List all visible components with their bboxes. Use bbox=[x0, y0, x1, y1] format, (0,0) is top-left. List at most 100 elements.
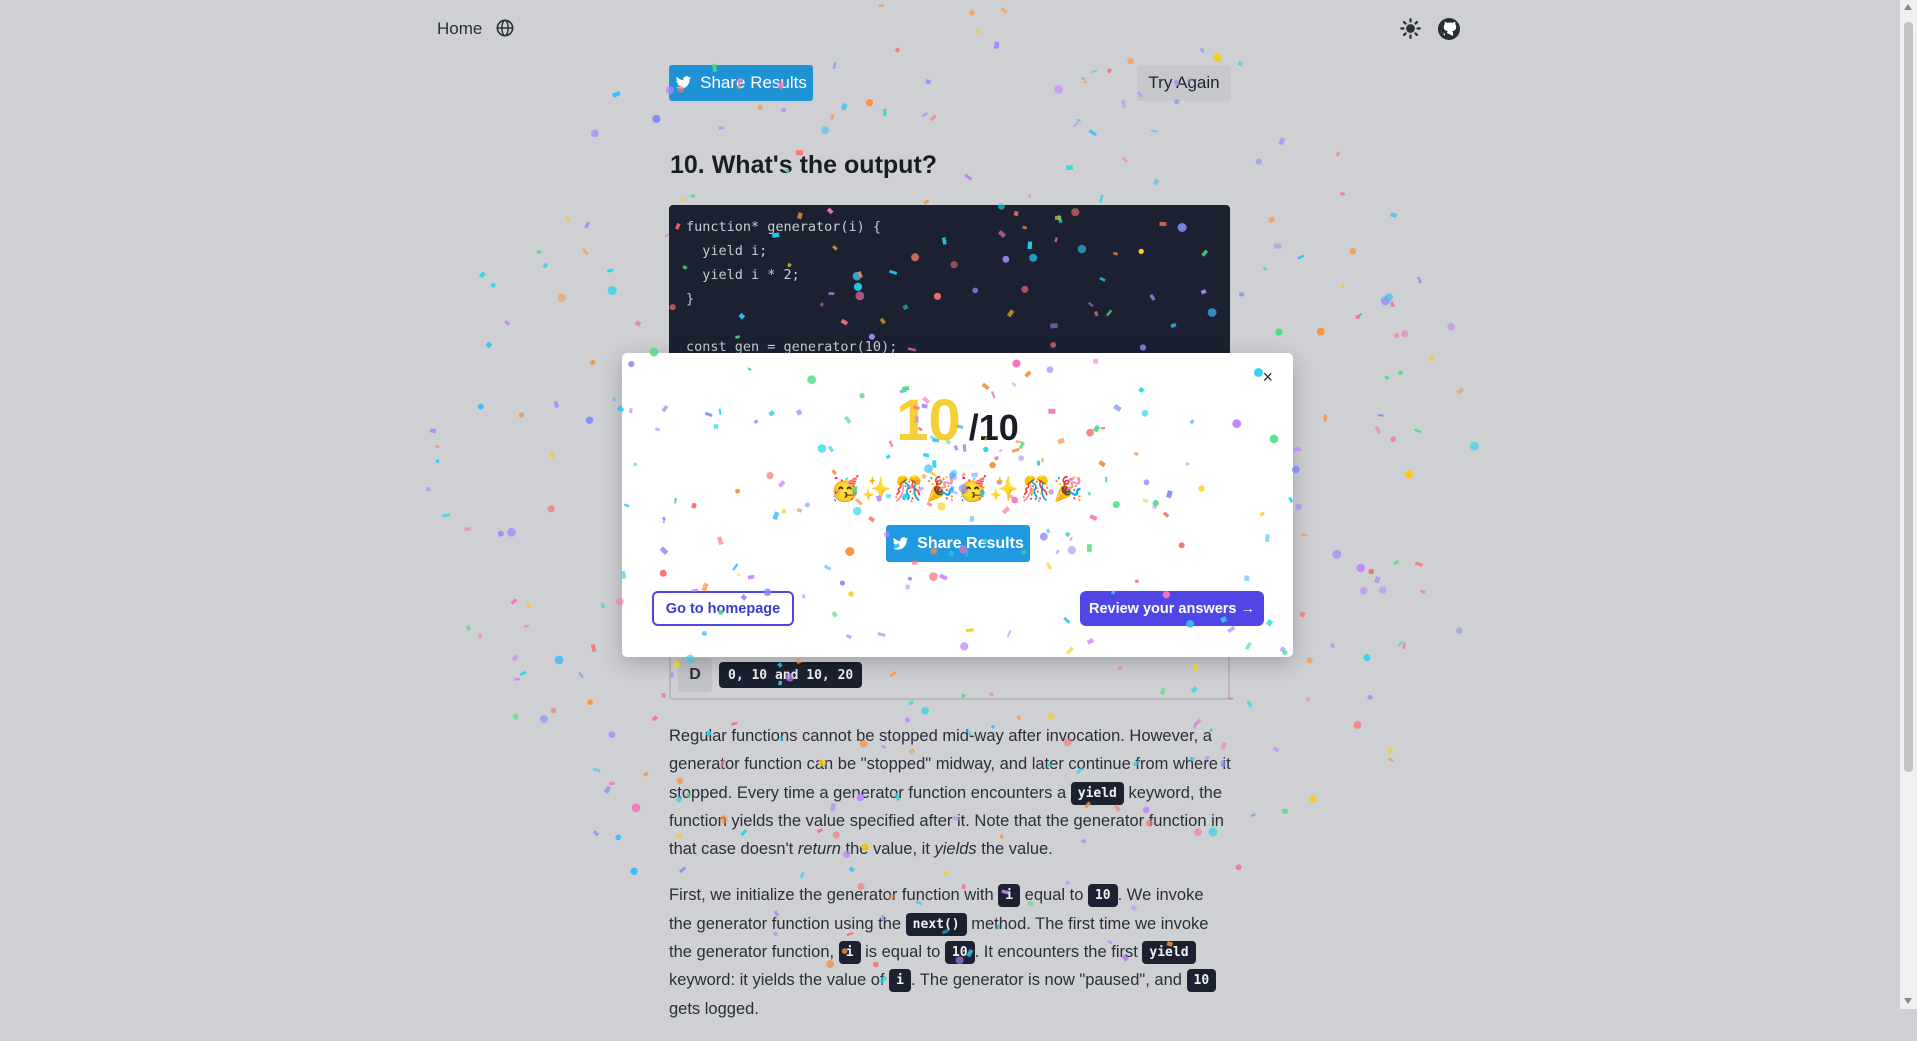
confetti-piece bbox=[539, 714, 549, 724]
confetti-piece bbox=[1414, 561, 1424, 568]
confetti-piece bbox=[611, 90, 621, 98]
confetti-piece bbox=[921, 707, 929, 715]
confetti-piece bbox=[466, 625, 472, 631]
confetti-piece bbox=[591, 129, 599, 138]
confetti-piece bbox=[1255, 158, 1263, 165]
quiz-page: Home Share Results Try Again 10. What's … bbox=[0, 0, 1917, 1018]
confetti-piece bbox=[1456, 387, 1465, 395]
confetti-piece bbox=[923, 199, 930, 205]
vertical-scrollbar[interactable] bbox=[1900, 0, 1917, 1009]
confetti-piece bbox=[1309, 795, 1317, 803]
confetti-piece bbox=[429, 428, 437, 434]
confetti-piece bbox=[1272, 746, 1280, 753]
confetti-piece bbox=[1335, 151, 1341, 157]
theme-toggle-sun-icon[interactable] bbox=[1400, 18, 1421, 39]
option-code: 0, 10 and 10, 20 bbox=[719, 662, 863, 688]
confetti-piece bbox=[1073, 121, 1079, 128]
confetti-piece bbox=[993, 41, 1000, 49]
confetti-piece bbox=[1390, 301, 1395, 308]
confetti-piece bbox=[1047, 712, 1055, 720]
confetti-piece bbox=[832, 61, 837, 70]
try-again-button[interactable]: Try Again bbox=[1137, 65, 1231, 101]
confetti-piece bbox=[553, 400, 560, 409]
confetti-piece bbox=[866, 99, 874, 107]
confetti-piece bbox=[1367, 694, 1373, 700]
confetti-piece bbox=[549, 452, 555, 459]
scroll-thumb[interactable] bbox=[1904, 22, 1913, 772]
confetti-piece bbox=[1150, 129, 1158, 133]
confetti-piece bbox=[1384, 375, 1390, 381]
confetti-piece bbox=[1300, 533, 1308, 537]
confetti-piece bbox=[1127, 57, 1134, 65]
confetti-piece bbox=[547, 505, 555, 513]
confetti-piece bbox=[504, 319, 511, 326]
scroll-up-arrow-icon[interactable] bbox=[1904, 4, 1912, 10]
review-answers-button[interactable]: Review your answers → bbox=[1080, 591, 1264, 626]
confetti-piece bbox=[1332, 549, 1342, 559]
explanation-paragraph: First, we initialize the generator funct… bbox=[669, 881, 1231, 1022]
globe-icon[interactable] bbox=[496, 19, 514, 37]
confetti-piece bbox=[1237, 60, 1244, 67]
inline-code: i bbox=[998, 884, 1021, 908]
confetti-piece bbox=[1393, 559, 1400, 566]
github-icon[interactable] bbox=[1437, 17, 1461, 41]
confetti-piece bbox=[1356, 563, 1366, 573]
results-modal: × 10/10 🥳✨🎊🎉🥳✨🎊🎉 Share Results Go to hom… bbox=[622, 353, 1293, 657]
celebration-emojis: 🥳✨🎊🎉🥳✨🎊🎉 bbox=[829, 476, 1086, 503]
share-results-button[interactable]: Share Results bbox=[669, 65, 813, 101]
confetti-piece bbox=[1416, 276, 1422, 284]
confetti-piece bbox=[829, 113, 835, 121]
confetti-piece bbox=[1099, 194, 1104, 203]
confetti-piece bbox=[1414, 428, 1422, 434]
confetti-piece bbox=[1081, 76, 1085, 81]
confetti-piece bbox=[1387, 747, 1394, 755]
confetti-piece bbox=[840, 102, 848, 111]
confetti-piece bbox=[1268, 216, 1276, 223]
confetti-piece bbox=[1278, 137, 1286, 146]
confetti-piece bbox=[1297, 254, 1305, 260]
scroll-down-arrow-icon[interactable] bbox=[1904, 998, 1912, 1004]
confetti-piece bbox=[608, 731, 616, 738]
confetti-piece bbox=[680, 197, 686, 203]
explanation: Regular functions cannot be stopped mid-… bbox=[669, 722, 1231, 1041]
confetti-piece bbox=[1469, 441, 1479, 451]
confetti-piece bbox=[1292, 465, 1300, 474]
confetti-piece bbox=[1250, 813, 1256, 818]
confetti-piece bbox=[969, 10, 975, 16]
confetti-piece bbox=[1076, 118, 1081, 122]
modal-share-results-button[interactable]: Share Results bbox=[886, 525, 1030, 562]
confetti-piece bbox=[1238, 292, 1245, 297]
confetti-piece bbox=[1016, 715, 1021, 721]
confetti-piece bbox=[585, 416, 594, 424]
close-icon[interactable]: × bbox=[1262, 367, 1273, 388]
confetti-piece bbox=[1398, 370, 1404, 376]
confetti-piece bbox=[1121, 99, 1126, 108]
confetti-piece bbox=[652, 114, 661, 123]
confetti-piece bbox=[1388, 757, 1395, 763]
confetti-piece bbox=[1340, 283, 1345, 289]
confetti-piece bbox=[1199, 47, 1205, 54]
confetti-piece bbox=[661, 692, 666, 699]
confetti-piece bbox=[1000, 6, 1008, 14]
confetti-piece bbox=[609, 781, 615, 785]
confetti-piece bbox=[557, 293, 566, 303]
confetti-piece bbox=[1401, 330, 1409, 338]
confetti-piece bbox=[587, 699, 593, 705]
confetti-piece bbox=[490, 282, 496, 288]
confetti-piece bbox=[1379, 586, 1387, 594]
confetti-piece bbox=[464, 527, 471, 531]
confetti-piece bbox=[1028, 193, 1032, 198]
confetti-piece bbox=[607, 286, 617, 296]
confetti-piece bbox=[511, 654, 519, 662]
confetti-piece bbox=[642, 771, 649, 778]
go-to-homepage-button[interactable]: Go to homepage bbox=[652, 591, 794, 626]
confetti-piece bbox=[525, 602, 532, 609]
confetti-piece bbox=[908, 700, 915, 706]
confetti-piece bbox=[478, 633, 483, 639]
home-link[interactable]: Home bbox=[437, 19, 482, 39]
confetti-piece bbox=[1295, 503, 1302, 511]
confetti-piece bbox=[1397, 640, 1404, 647]
confetti-piece bbox=[1360, 587, 1368, 595]
confetti-piece bbox=[1349, 247, 1357, 255]
code-line: function* generator(i) { bbox=[686, 219, 882, 235]
